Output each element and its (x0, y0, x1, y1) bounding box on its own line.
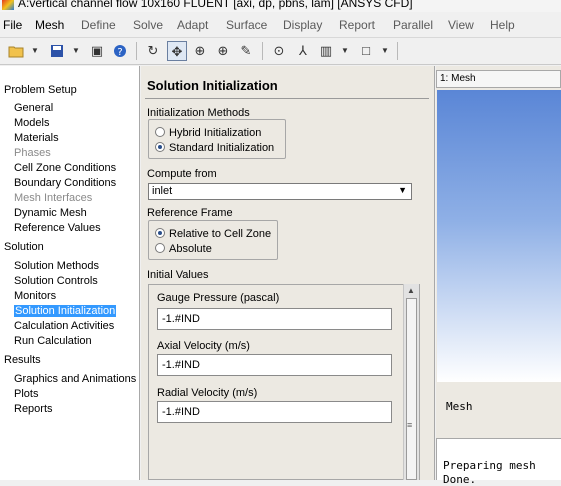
standard-init-radio[interactable]: Standard Initialization (155, 142, 274, 154)
menu-view[interactable]: View (448, 18, 474, 32)
radial-velocity-input[interactable]: -1.#IND (157, 401, 392, 423)
window-dropdown-icon[interactable]: ▼ (380, 41, 390, 61)
radial-velocity-label: Radial Velocity (m/s) (157, 387, 258, 399)
hybrid-init-label: Hybrid Initialization (169, 127, 262, 139)
probe-icon[interactable]: ✎ (236, 41, 256, 61)
nav-item-boundary-conditions[interactable]: Boundary Conditions (14, 177, 116, 189)
nav-section-results[interactable]: Results (4, 354, 41, 366)
menu-file[interactable]: File (3, 18, 22, 32)
menu-adapt[interactable]: Adapt (177, 18, 208, 32)
menu-mesh[interactable]: Mesh (35, 18, 64, 32)
initial-values-label: Initial Values (147, 269, 209, 281)
task-page: Solution Initialization Initialization M… (141, 66, 435, 480)
nav-item-solution-methods[interactable]: Solution Methods (14, 260, 99, 272)
screenshot-icon[interactable]: ▣ (87, 41, 107, 61)
gauge-pressure-label: Gauge Pressure (pascal) (157, 292, 280, 304)
nav-item-phases: Phases (14, 147, 51, 159)
app-logo-icon (2, 0, 14, 10)
scroll-up-icon[interactable]: ▲ (407, 286, 415, 295)
compute-from-select[interactable]: inlet ▼ (148, 183, 412, 200)
measure-icon[interactable]: ⅄ (293, 41, 313, 61)
open-dropdown-icon[interactable]: ▼ (30, 41, 40, 61)
menu-bar: File Mesh Define Solve Adapt Surface Dis… (0, 12, 561, 38)
radio-on-icon (155, 142, 165, 152)
nav-item-run-calculation[interactable]: Run Calculation (14, 335, 92, 347)
nav-item-calculation-activities[interactable]: Calculation Activities (14, 320, 114, 332)
nav-item-cell-zone-conditions[interactable]: Cell Zone Conditions (14, 162, 116, 174)
scrollbar-thumb[interactable] (406, 298, 417, 480)
graphics-area: 1: Mesh Mesh Preparing mesh Done. (436, 66, 561, 486)
save-icon[interactable] (47, 41, 67, 61)
menu-help[interactable]: Help (490, 18, 515, 32)
menu-report[interactable]: Report (339, 18, 375, 32)
axial-velocity-input[interactable]: -1.#IND (157, 354, 392, 376)
nav-section-problem-setup[interactable]: Problem Setup (4, 84, 77, 96)
title-bar: A:vertical channel flow 10x160 FLUENT [a… (0, 0, 561, 12)
relative-to-cell-zone-label: Relative to Cell Zone (169, 228, 272, 240)
nav-item-mesh-interfaces: Mesh Interfaces (14, 192, 93, 204)
nav-item-materials[interactable]: Materials (14, 132, 59, 144)
navigation-pane: Problem Setup General Models Materials P… (0, 66, 140, 480)
radio-off-icon (155, 127, 165, 137)
viewport-label: Mesh (446, 400, 473, 413)
nav-item-models[interactable]: Models (14, 117, 49, 129)
absolute-label: Absolute (169, 243, 212, 255)
compute-from-label: Compute from (147, 168, 217, 180)
console-line: Preparing mesh (443, 459, 536, 472)
toolbar: ▼ ▼ ▣ ? ↻ ✥ ⊕ ⊕ ✎ ⊙ ⅄ ▥ ▼ □ ▼ (0, 38, 561, 65)
svg-text:?: ? (117, 47, 122, 58)
pan-icon[interactable]: ✥ (167, 41, 187, 61)
menu-parallel[interactable]: Parallel (393, 18, 433, 32)
axial-velocity-label: Axial Velocity (m/s) (157, 340, 250, 352)
nav-item-general[interactable]: General (14, 102, 53, 114)
save-dropdown-icon[interactable]: ▼ (71, 41, 81, 61)
nav-item-solution-initialization[interactable]: Solution Initialization (14, 305, 117, 317)
rotate-icon[interactable]: ↻ (143, 41, 163, 61)
layout-icon[interactable]: ▥ (316, 41, 336, 61)
console[interactable]: Preparing mesh Done. (436, 438, 561, 486)
radio-on-icon (155, 228, 165, 238)
nav-item-monitors[interactable]: Monitors (14, 290, 56, 302)
nav-item-reference-values[interactable]: Reference Values (14, 222, 101, 234)
menu-surface[interactable]: Surface (226, 18, 267, 32)
menu-solve[interactable]: Solve (133, 18, 163, 32)
reference-frame-label: Reference Frame (147, 207, 233, 219)
nav-item-solution-controls[interactable]: Solution Controls (14, 275, 98, 287)
nav-item-plots[interactable]: Plots (14, 388, 38, 400)
menu-display[interactable]: Display (283, 18, 322, 32)
initial-values-scrollbar[interactable]: ▲ ≡ (403, 284, 419, 480)
tab-mesh[interactable]: 1: Mesh (436, 70, 561, 88)
menu-define[interactable]: Define (81, 18, 116, 32)
compute-from-value: inlet (152, 185, 173, 197)
window-icon[interactable]: □ (356, 41, 376, 61)
help-icon[interactable]: ? (110, 41, 130, 61)
hybrid-init-radio[interactable]: Hybrid Initialization (155, 127, 261, 139)
window-title: A:vertical channel flow 10x160 FLUENT [a… (18, 0, 413, 10)
graphics-viewport[interactable] (437, 90, 561, 382)
chevron-down-icon: ▼ (398, 185, 407, 195)
nav-item-dynamic-mesh[interactable]: Dynamic Mesh (14, 207, 87, 219)
fit-icon[interactable]: ⊙ (269, 41, 289, 61)
init-methods-label: Initialization Methods (147, 107, 250, 119)
standard-init-label: Standard Initialization (169, 142, 275, 154)
page-title: Solution Initialization (147, 78, 278, 93)
absolute-radio[interactable]: Absolute (155, 243, 212, 255)
zoom-area-icon[interactable]: ⊕ (213, 41, 233, 61)
radio-off-icon (155, 243, 165, 253)
layout-dropdown-icon[interactable]: ▼ (340, 41, 350, 61)
grip-icon: ≡ (407, 420, 413, 430)
nav-item-graphics-and-animations[interactable]: Graphics and Animations (14, 373, 136, 385)
zoom-in-icon[interactable]: ⊕ (190, 41, 210, 61)
open-folder-icon[interactable] (6, 41, 26, 61)
relative-to-cell-zone-radio[interactable]: Relative to Cell Zone (155, 228, 271, 240)
reference-frame-group: Relative to Cell Zone Absolute (148, 220, 278, 260)
nav-item-reports[interactable]: Reports (14, 403, 53, 415)
init-methods-group: Hybrid Initialization Standard Initializ… (148, 119, 286, 159)
gauge-pressure-input[interactable]: -1.#IND (157, 308, 392, 330)
nav-section-solution[interactable]: Solution (4, 241, 44, 253)
title-divider (145, 98, 429, 99)
